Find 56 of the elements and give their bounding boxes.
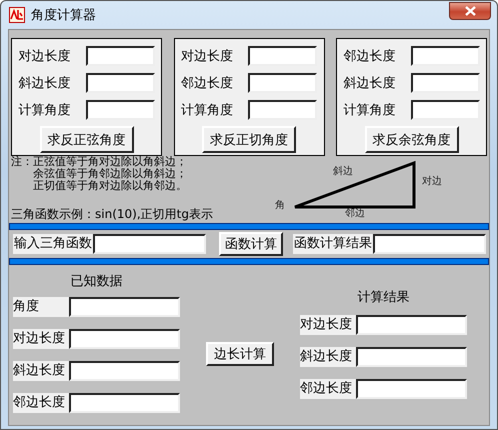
function-button[interactable]: 函数计算 (219, 232, 283, 256)
field-label: 函数计算结果 (293, 234, 373, 254)
input-field[interactable] (248, 72, 317, 92)
calc-button[interactable]: 边长计算 (206, 342, 274, 366)
diagram-label: 对边 (422, 174, 442, 188)
result-field[interactable] (356, 315, 467, 335)
calc-button[interactable]: 求反正弦角度 (40, 126, 134, 153)
note-label: 注： (11, 156, 33, 170)
field-label: 角度 (13, 297, 69, 317)
field-label: 对边长度 (18, 48, 70, 64)
field-label: 对边长度 (13, 329, 69, 349)
diagram-label: 角 (275, 199, 285, 212)
result-field[interactable] (373, 234, 486, 254)
input-field[interactable] (69, 329, 180, 349)
section-title: 已知数据 (70, 273, 122, 291)
field-label: 邻边长度 (13, 393, 69, 413)
input-field[interactable] (86, 46, 154, 66)
field-label: 斜边长度 (344, 74, 396, 92)
input-field[interactable] (69, 297, 180, 317)
result-field[interactable] (356, 347, 467, 367)
field-label: 邻边长度 (300, 379, 356, 399)
note-text: 正切值等于角对边除以角邻边。 (33, 180, 187, 192)
result-field[interactable] (356, 379, 467, 399)
note-text: 余弦值等于角邻边除以角斜边； (33, 168, 187, 180)
calc-button[interactable]: 求反余弦角度 (364, 126, 458, 153)
input-field[interactable] (93, 234, 206, 254)
field-label: 斜边长度 (300, 347, 356, 367)
window-title: 角度计算器 (31, 7, 97, 24)
input-field[interactable] (69, 361, 180, 381)
input-field[interactable] (410, 100, 480, 120)
field-label: 斜边长度 (18, 74, 70, 92)
field-label: 计算角度 (18, 102, 70, 118)
field-label: 邻边长度 (344, 48, 396, 64)
field-label: 对边长度 (300, 315, 356, 335)
field-label: 斜边长度 (13, 361, 69, 381)
note-text: 正弦值等于角对边除以角斜边； (33, 156, 187, 168)
example-text: 三角函数示例：sin(10),正切用tg表示 (11, 207, 214, 223)
field-label: 邻边长度 (181, 74, 233, 92)
input-field[interactable] (69, 393, 180, 413)
close-button[interactable] (449, 2, 491, 20)
field-label: 计算角度 (344, 102, 396, 118)
close-icon (464, 6, 476, 16)
field-label: 计算角度 (181, 102, 233, 118)
input-field[interactable] (410, 46, 480, 66)
input-field[interactable] (248, 46, 317, 66)
diagram-label: 邻边 (345, 206, 365, 220)
input-field[interactable] (86, 72, 154, 92)
field-label: 输入三角函数 (13, 234, 93, 254)
input-field[interactable] (248, 100, 317, 120)
field-label: 对边长度 (181, 48, 233, 64)
app-icon (9, 7, 25, 23)
input-field[interactable] (86, 100, 154, 120)
calc-button[interactable]: 求反正切角度 (202, 126, 296, 153)
section-title: 计算结果 (358, 289, 410, 307)
diagram-label: 斜边 (333, 164, 353, 178)
input-field[interactable] (410, 72, 480, 92)
